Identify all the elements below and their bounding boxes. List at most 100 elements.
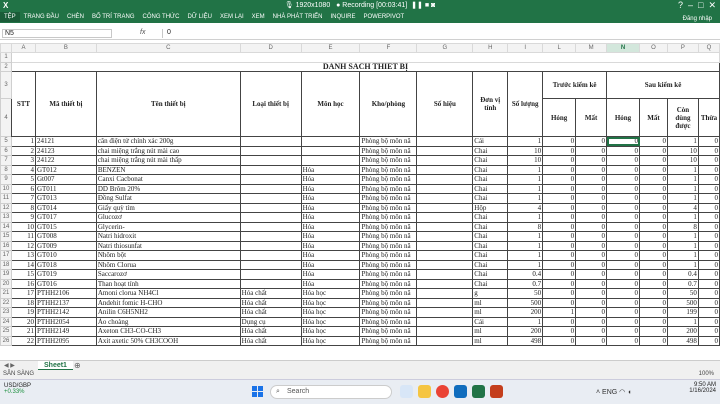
cell-store[interactable]: Phòng bộ môn nă bbox=[359, 231, 418, 242]
cell-serial[interactable] bbox=[416, 231, 474, 242]
cell-name[interactable]: Giấy quỳ tím bbox=[95, 202, 241, 213]
cell-subject[interactable]: Hóa bbox=[300, 250, 361, 261]
cell-qty[interactable]: 1 bbox=[507, 240, 544, 251]
cell-q[interactable]: 0 bbox=[697, 335, 720, 346]
tab-data[interactable]: DỮ LIỆU bbox=[184, 12, 216, 22]
cell-store[interactable]: Phòng bộ môn nă bbox=[359, 240, 418, 251]
cell-l[interactable]: 0 bbox=[542, 221, 577, 232]
cell-subject[interactable] bbox=[300, 136, 361, 147]
row-header[interactable]: 23 bbox=[0, 307, 12, 318]
cell-o[interactable]: 0 bbox=[639, 231, 668, 242]
speaker-icon[interactable]: ◖ bbox=[627, 389, 631, 396]
cell-qty[interactable]: 50 bbox=[507, 288, 544, 299]
cell-p[interactable]: 0.7 bbox=[666, 278, 699, 289]
cell-subject[interactable]: Hóa bbox=[300, 212, 361, 223]
header-store[interactable]: Kho/phòng bbox=[359, 71, 418, 137]
cell-code[interactable]: PTHH2149 bbox=[34, 326, 97, 337]
cell-serial[interactable] bbox=[416, 155, 474, 166]
column-header[interactable]: D bbox=[239, 43, 302, 53]
cell-m[interactable]: 0 bbox=[575, 240, 608, 251]
cell-unit[interactable]: ml bbox=[472, 326, 509, 337]
taskbar-search-input[interactable]: ⌕ Search bbox=[270, 385, 392, 399]
cell-serial[interactable] bbox=[416, 202, 474, 213]
close-icon[interactable]: ✕ bbox=[708, 0, 716, 10]
cell-serial[interactable] bbox=[416, 269, 474, 280]
cell-serial[interactable] bbox=[416, 221, 474, 232]
cell-stt[interactable]: 18 bbox=[10, 297, 36, 308]
cell-o[interactable]: 0 bbox=[639, 145, 668, 156]
cell-serial[interactable] bbox=[416, 278, 474, 289]
cell-code[interactable]: GT016 bbox=[34, 278, 97, 289]
cell-o[interactable]: 0 bbox=[639, 212, 668, 223]
cell-q[interactable]: 0 bbox=[697, 212, 720, 223]
cell-code[interactable]: 24121 bbox=[34, 136, 97, 147]
cell-store[interactable]: Phòng bộ môn nă bbox=[359, 155, 418, 166]
cell-p[interactable]: 1 bbox=[666, 212, 699, 223]
cell-subject[interactable]: Hóa bbox=[300, 240, 361, 251]
header-name[interactable]: Tên thiết bị bbox=[95, 71, 241, 137]
cell-q[interactable]: 0 bbox=[697, 145, 720, 156]
cell-type[interactable] bbox=[239, 278, 302, 289]
cell-n[interactable]: 0 bbox=[606, 145, 640, 156]
cell-q[interactable]: 0 bbox=[697, 155, 720, 166]
header-after[interactable]: Sau kiểm kê bbox=[606, 71, 720, 99]
cell-stt[interactable]: 14 bbox=[10, 259, 36, 270]
cell-serial[interactable] bbox=[416, 335, 474, 346]
cell-qty[interactable]: 200 bbox=[507, 307, 544, 318]
cell-name[interactable]: Andehit fomic H-CHO bbox=[95, 297, 241, 308]
cell-m[interactable]: 0 bbox=[575, 316, 608, 327]
cell-qty[interactable]: 4 bbox=[507, 202, 544, 213]
cell-o[interactable]: 0 bbox=[639, 202, 668, 213]
cell-type[interactable] bbox=[239, 183, 302, 194]
cell-q[interactable]: 0 bbox=[697, 240, 720, 251]
cell-l[interactable]: 1 bbox=[542, 307, 577, 318]
cell-unit[interactable]: Chai bbox=[472, 221, 509, 232]
row-header[interactable]: 12 bbox=[0, 202, 12, 213]
cell-stt[interactable]: 20 bbox=[10, 316, 36, 327]
cell-type[interactable] bbox=[239, 193, 302, 204]
cell-l[interactable]: 0 bbox=[542, 269, 577, 280]
cell-store[interactable]: Phòng bộ môn nă bbox=[359, 145, 418, 156]
fx-icon[interactable]: fx bbox=[140, 29, 145, 36]
cell-type[interactable]: Hóa chất bbox=[239, 335, 302, 346]
cell-m[interactable]: 0 bbox=[575, 288, 608, 299]
recorder-icon[interactable] bbox=[490, 385, 503, 398]
cell-qty[interactable]: 1 bbox=[507, 136, 544, 147]
cell-p[interactable]: 1 bbox=[666, 164, 699, 175]
column-header[interactable]: E bbox=[300, 43, 361, 53]
cell-q[interactable]: 0 bbox=[697, 288, 720, 299]
column-header[interactable]: F bbox=[359, 43, 418, 53]
cell-m[interactable]: 0 bbox=[575, 250, 608, 261]
cell-serial[interactable] bbox=[416, 259, 474, 270]
cell-q[interactable]: 0 bbox=[697, 250, 720, 261]
cell-store[interactable]: Phòng bộ môn nă bbox=[359, 335, 418, 346]
cell-qty[interactable]: 498 bbox=[507, 335, 544, 346]
cell-m[interactable]: 0 bbox=[575, 231, 608, 242]
cell-p[interactable]: 498 bbox=[666, 335, 699, 346]
cell-name[interactable]: Glucozơ bbox=[95, 212, 241, 223]
windows-start-icon[interactable] bbox=[252, 386, 264, 398]
cell-n[interactable]: 0 bbox=[606, 231, 640, 242]
cell-m[interactable]: 0 bbox=[575, 183, 608, 194]
help-icon[interactable]: ? bbox=[678, 0, 683, 10]
cell-m[interactable]: 0 bbox=[575, 297, 608, 308]
cell-type[interactable] bbox=[239, 136, 302, 147]
cell-store[interactable]: Phòng bộ môn nă bbox=[359, 183, 418, 194]
cell-store[interactable]: Phòng bộ môn nă bbox=[359, 174, 418, 185]
cell-o[interactable]: 0 bbox=[639, 278, 668, 289]
cell-code[interactable]: PTHH2054 bbox=[34, 316, 97, 327]
cell-unit[interactable]: Chai bbox=[472, 183, 509, 194]
cell-l[interactable]: 0 bbox=[542, 212, 577, 223]
row-header[interactable]: 1 bbox=[0, 52, 12, 63]
cell-m[interactable]: 0 bbox=[575, 164, 608, 175]
cell-unit[interactable]: Chai bbox=[472, 145, 509, 156]
cell-p[interactable]: 10 bbox=[666, 155, 699, 166]
cell-name[interactable]: Anilin C6H5NH2 bbox=[95, 307, 241, 318]
cell-m[interactable]: 0 bbox=[575, 259, 608, 270]
cell-store[interactable]: Phòng bộ môn nă bbox=[359, 307, 418, 318]
cell-p[interactable]: 1 bbox=[666, 193, 699, 204]
cell-stt[interactable]: 5 bbox=[10, 174, 36, 185]
cell-m[interactable]: 0 bbox=[575, 269, 608, 280]
cell-name[interactable]: BENZEN bbox=[95, 164, 241, 175]
cell-l[interactable]: 0 bbox=[542, 145, 577, 156]
